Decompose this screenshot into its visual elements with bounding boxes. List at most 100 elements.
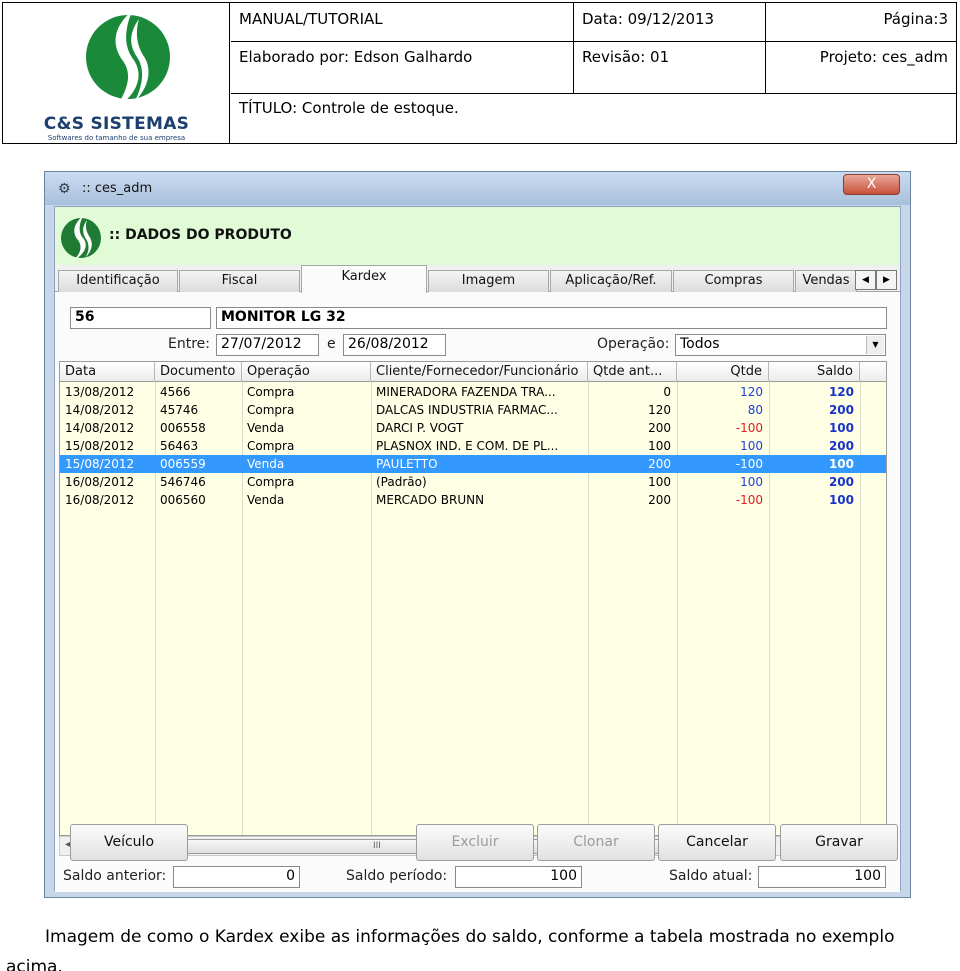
table-cell-qtde-ant: 200 bbox=[648, 457, 671, 471]
table-cell-documento: 45746 bbox=[160, 403, 199, 417]
column-header-saldo[interactable]: Saldo bbox=[769, 362, 860, 382]
column-header-cliente[interactable]: Cliente/Fornecedor/Funcionário bbox=[371, 362, 588, 382]
table-cell-data: 15/08/2012 bbox=[65, 439, 135, 453]
table-cell-qtde-ant: 100 bbox=[648, 439, 671, 453]
table-cell-saldo: 100 bbox=[828, 421, 854, 435]
table-cell-qtde: 100 bbox=[740, 439, 763, 453]
table-cell-data: 16/08/2012 bbox=[65, 475, 135, 489]
grid-header: Data Documento Operação Cliente/Forneced… bbox=[60, 362, 886, 382]
column-header-operacao[interactable]: Operação bbox=[242, 362, 371, 382]
tab-imagem[interactable]: Imagem bbox=[428, 270, 549, 292]
table-cell-documento: 546746 bbox=[160, 475, 206, 489]
table-cell-qtde-ant: 120 bbox=[648, 403, 671, 417]
table-cell-operacao: Compra bbox=[247, 439, 295, 453]
tab-compras[interactable]: Compras bbox=[673, 270, 794, 292]
green-swirl-logo-icon bbox=[61, 216, 101, 260]
and-label: e bbox=[327, 336, 336, 352]
table-cell-documento: 56463 bbox=[160, 439, 199, 453]
table-cell-operacao: Compra bbox=[247, 475, 295, 489]
table-cell-documento: 006558 bbox=[160, 421, 206, 435]
green-swirl-logo-icon bbox=[86, 11, 170, 109]
date-from-field[interactable]: 27/07/2012 bbox=[216, 334, 319, 356]
table-cell-data: 16/08/2012 bbox=[65, 493, 135, 507]
table-cell-cliente: PAULETTO bbox=[376, 457, 438, 471]
company-name: C&S SISTEMAS bbox=[43, 114, 190, 134]
table-cell-cliente: MERCADO BRUNN bbox=[376, 493, 485, 507]
header-row-2: Elaborado por: Edson Galhardo Revisão: 0… bbox=[231, 42, 956, 94]
tab-scroll-right-button[interactable]: ▶ bbox=[876, 270, 897, 290]
clonar-button[interactable]: Clonar bbox=[537, 824, 655, 861]
table-row[interactable]: 14/08/2012 006558 Venda DARCI P. VOGT 200 -10… bbox=[60, 419, 886, 437]
table-cell-cliente: DALCAS INDUSTRIA FARMAC... bbox=[376, 403, 558, 417]
column-header-documento[interactable]: Documento bbox=[155, 362, 242, 382]
product-code-field[interactable]: 56 bbox=[70, 307, 211, 329]
table-row[interactable]: 16/08/2012 546746 Compra (Padrão) 100 100 200 bbox=[60, 473, 886, 491]
product-header: :: DADOS DO PRODUTO bbox=[55, 207, 900, 265]
header-row-3: TÍTULO: Controle de estoque. bbox=[231, 94, 956, 143]
tab-aplicacao-ref[interactable]: Aplicação/Ref. bbox=[550, 270, 672, 292]
doc-title: TÍTULO: Controle de estoque. bbox=[239, 99, 459, 117]
veiculo-button[interactable]: Veículo bbox=[70, 824, 188, 861]
table-cell-documento: 006559 bbox=[160, 457, 206, 471]
table-cell-operacao: Venda bbox=[247, 457, 285, 471]
column-header-data[interactable]: Data bbox=[60, 362, 155, 382]
operation-label: Operação: bbox=[597, 336, 670, 352]
close-button[interactable]: X bbox=[843, 174, 900, 195]
product-name-field[interactable]: MONITOR LG 32 bbox=[216, 307, 887, 329]
table-cell-qtde-ant: 200 bbox=[648, 493, 671, 507]
table-row[interactable]: 15/08/2012 56463 Compra PLASNOX IND. E COM.… bbox=[60, 437, 886, 455]
table-cell-cliente: (Padrão) bbox=[376, 475, 427, 489]
table-cell-qtde: 80 bbox=[747, 403, 763, 417]
document-header: C&S SISTEMAS Softwares do tamanho de sua… bbox=[2, 2, 957, 144]
table-cell-cliente: DARCI P. VOGT bbox=[376, 421, 464, 435]
doc-page: Página:3 bbox=[883, 10, 948, 28]
table-cell-saldo: 200 bbox=[828, 439, 854, 453]
saldo-atual-label: Saldo atual: bbox=[669, 868, 753, 884]
table-cell-qtde: 100 bbox=[740, 475, 763, 489]
table-row[interactable]: 16/08/2012 006560 Venda MERCADO BRUNN 200 -10… bbox=[60, 491, 886, 509]
scrollbar-grip: III bbox=[373, 841, 381, 851]
window-client-area: :: DADOS DO PRODUTO Identificação Fiscal… bbox=[54, 206, 901, 892]
tab-scroll-arrows: ◀ ▶ bbox=[855, 270, 897, 290]
gear-icon: ⚙ bbox=[58, 181, 71, 197]
saldo-atual-field[interactable]: 100 bbox=[758, 866, 886, 888]
kardex-grid: Data Documento Operação Cliente/Forneced… bbox=[59, 361, 887, 836]
tab-fiscal[interactable]: Fiscal bbox=[179, 270, 300, 292]
table-cell-qtde-ant: 200 bbox=[648, 421, 671, 435]
window-titlebar[interactable]: ⚙ :: ces_adm X bbox=[45, 172, 910, 205]
tab-kardex[interactable]: Kardex bbox=[301, 265, 427, 293]
excluir-button[interactable]: Excluir bbox=[416, 824, 534, 861]
doc-author: Elaborado por: Edson Galhardo bbox=[231, 42, 574, 93]
tab-vendas[interactable]: Vendas bbox=[795, 270, 857, 292]
saldo-anterior-field[interactable]: 0 bbox=[173, 866, 300, 888]
table-cell-saldo: 200 bbox=[828, 475, 854, 489]
table-cell-operacao: Compra bbox=[247, 403, 295, 417]
operation-select-value: Todos bbox=[680, 336, 720, 352]
table-cell-qtde-ant: 0 bbox=[663, 385, 671, 399]
date-to-field[interactable]: 26/08/2012 bbox=[343, 334, 446, 356]
column-header-qtde[interactable]: Qtde bbox=[677, 362, 769, 382]
gravar-button[interactable]: Gravar bbox=[780, 824, 898, 861]
tab-identificacao[interactable]: Identificação bbox=[58, 270, 178, 292]
table-row[interactable]: 14/08/2012 45746 Compra DALCAS INDUSTRIA FA… bbox=[60, 401, 886, 419]
figure-caption: Imagem de como o Kardex exibe as informa… bbox=[6, 927, 895, 971]
doc-revision: Revisão: 01 bbox=[574, 42, 766, 93]
app-window: ⚙ :: ces_adm X :: DADOS DO PRODUTO Ident… bbox=[44, 171, 911, 898]
cancelar-button[interactable]: Cancelar bbox=[658, 824, 776, 861]
column-header-qtde-ant[interactable]: Qtde ant... bbox=[588, 362, 677, 382]
operation-select[interactable]: Todos ▼ bbox=[675, 334, 886, 356]
table-row[interactable]: 15/08/2012 006559 Venda PAULETTO 200 -100 100 bbox=[60, 455, 886, 473]
table-cell-operacao: Venda bbox=[247, 421, 285, 435]
table-cell-data: 14/08/2012 bbox=[65, 421, 135, 435]
tab-bar: Identificação Fiscal Kardex Imagem Aplic… bbox=[55, 265, 900, 293]
table-cell-saldo: 100 bbox=[828, 457, 854, 471]
table-cell-qtde: -100 bbox=[735, 457, 763, 471]
table-row[interactable]: 13/08/2012 4566 Compra MINERADORA FAZENDA T… bbox=[60, 383, 886, 401]
table-cell-data: 14/08/2012 bbox=[65, 403, 135, 417]
chevron-down-icon[interactable]: ▼ bbox=[866, 336, 884, 354]
table-cell-cliente: PLASNOX IND. E COM. DE PL... bbox=[376, 439, 559, 453]
doc-project: Projeto: ces_adm bbox=[819, 48, 948, 66]
saldo-periodo-field[interactable]: 100 bbox=[455, 866, 582, 888]
tab-scroll-left-button[interactable]: ◀ bbox=[855, 270, 876, 290]
table-cell-saldo: 120 bbox=[828, 385, 854, 399]
